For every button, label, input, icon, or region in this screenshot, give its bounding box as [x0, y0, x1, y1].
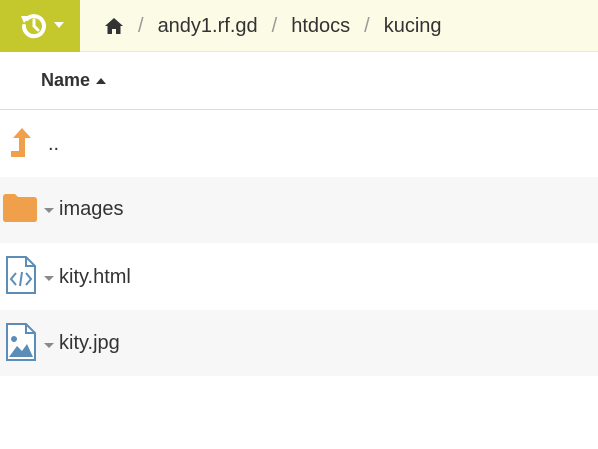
file-name: ..	[48, 133, 60, 155]
name-column-header[interactable]: Name	[41, 70, 107, 91]
breadcrumb: / andy1.rf.gd / htdocs / kucing	[80, 0, 442, 52]
breadcrumb-item-htdocs[interactable]: htdocs	[291, 15, 350, 38]
breadcrumb-item-andy1[interactable]: andy1.rf.gd	[158, 15, 258, 38]
file-name: images	[59, 198, 124, 220]
breadcrumb-separator: /	[138, 14, 144, 37]
top-toolbar: / andy1.rf.gd / htdocs / kucing	[0, 0, 598, 52]
list-item-images[interactable]: images	[0, 177, 598, 243]
dropdown-caret-icon[interactable]	[44, 208, 54, 213]
breadcrumb-item-kucing[interactable]: kucing	[384, 15, 442, 38]
list-item-parent[interactable]: ..	[0, 111, 598, 177]
home-icon[interactable]	[104, 17, 124, 35]
file-name: kity.html	[59, 266, 131, 288]
code-file-icon	[6, 256, 36, 294]
history-menu-button[interactable]	[0, 0, 80, 52]
image-file-icon	[6, 323, 36, 361]
name-column-label: Name	[41, 70, 91, 90]
dropdown-caret-icon[interactable]	[44, 343, 54, 348]
dropdown-caret-icon[interactable]	[44, 276, 54, 281]
chevron-down-icon	[54, 22, 64, 28]
breadcrumb-separator: /	[271, 14, 278, 37]
breadcrumb-separator: /	[364, 14, 370, 37]
file-name: kity.jpg	[59, 332, 120, 354]
history-icon	[21, 14, 46, 39]
list-item-kity-html[interactable]: kity.html	[0, 244, 598, 310]
table-header: Name	[0, 52, 598, 110]
folder-icon	[3, 194, 37, 222]
parent-folder-arrow-icon	[11, 128, 31, 157]
sort-ascending-icon	[96, 77, 107, 84]
list-item-kity-jpg[interactable]: kity.jpg	[0, 310, 598, 376]
